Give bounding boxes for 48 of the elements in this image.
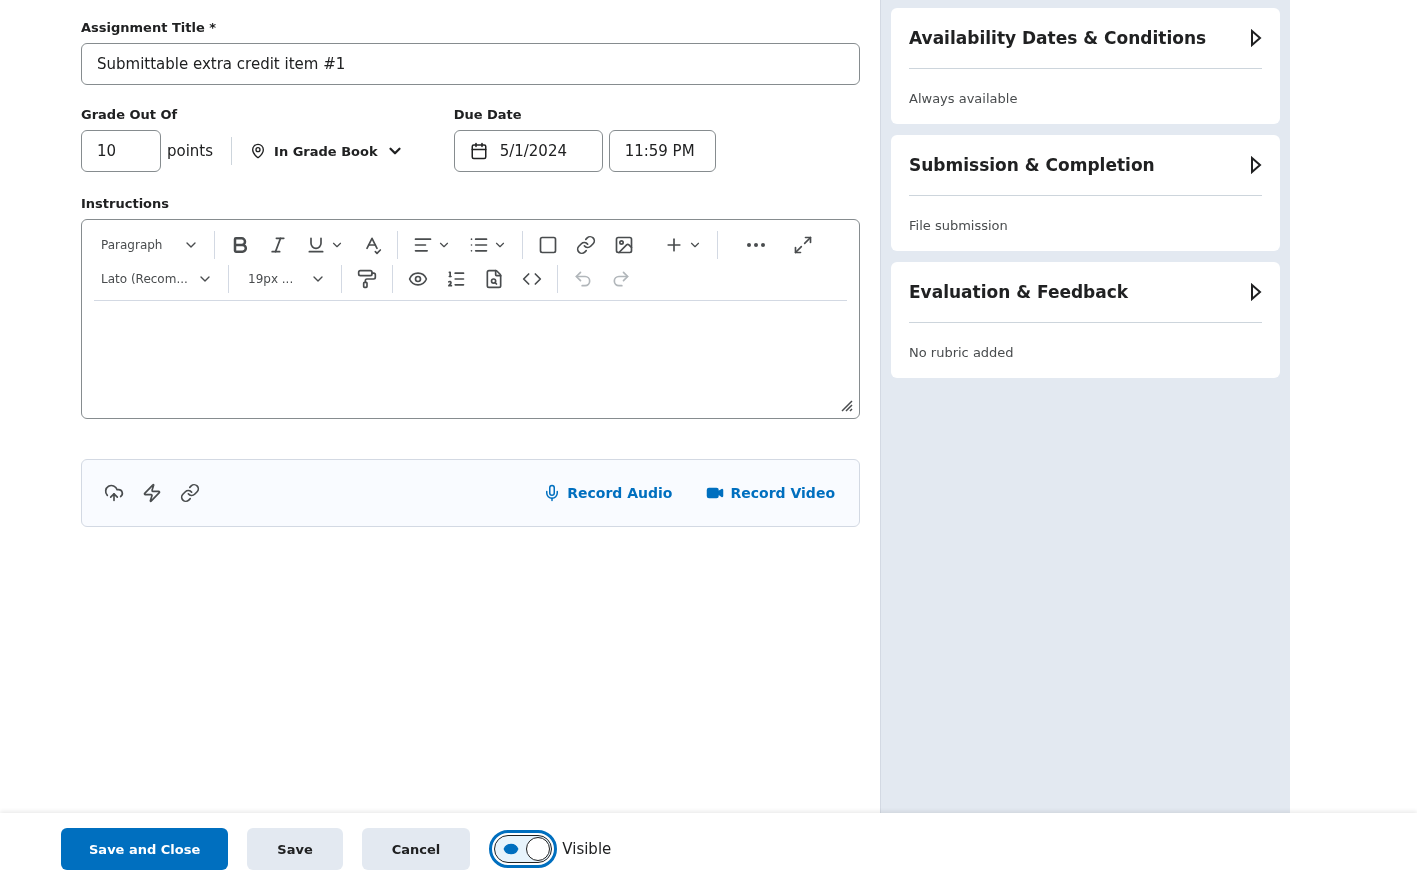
grade-input[interactable]: 10 <box>81 130 161 172</box>
link-icon <box>180 483 200 503</box>
section-summary: Always available <box>909 91 1019 106</box>
field-label: Instructions <box>81 196 170 211</box>
field-label: Due Date <box>453 107 523 122</box>
expand-icon <box>793 235 813 255</box>
link-icon <box>576 235 596 255</box>
format-dropdown[interactable]: Paragraph <box>94 230 206 260</box>
field-label: Assignment Title * <box>81 20 218 35</box>
primary-button[interactable]: Save and Close <box>61 828 229 870</box>
undo-icon <box>573 269 593 289</box>
toggle-label: Visible <box>562 840 612 858</box>
section-summary: No rubric added <box>909 345 1015 360</box>
redo-icon <box>611 269 631 289</box>
section-header[interactable]: Submission & Completion <box>909 155 1262 196</box>
record-audio-link[interactable]: Record Audio <box>535 484 681 502</box>
size-dropdown[interactable]: 19px ... <box>241 264 333 294</box>
grade-book-dropdown[interactable]: In Grade Book <box>238 142 416 160</box>
resize-handle-icon[interactable] <box>841 400 853 412</box>
title-input[interactable]: Submittable extra credit item #1 <box>81 43 860 85</box>
align-left-icon <box>413 235 433 255</box>
triangle-icon <box>1250 156 1262 174</box>
field-label: Grade Out Of <box>81 107 179 122</box>
section-header[interactable]: Evaluation & Feedback <box>909 282 1262 323</box>
cloud-upload-icon <box>104 483 124 503</box>
time-input[interactable]: 11:59 PM <box>608 130 716 172</box>
record-video-link[interactable]: Record Video <box>698 484 843 502</box>
instructions-editor[interactable]: Paragraph Lato (Recom... 19px ... <box>81 219 860 419</box>
calendar-icon <box>469 142 488 160</box>
file-search-icon <box>484 269 504 289</box>
font-dropdown[interactable]: Lato (Recom... <box>94 264 220 294</box>
paint-roller-icon <box>357 269 377 289</box>
section-header[interactable]: Availability Dates & Conditions <box>909 28 1262 69</box>
date-input[interactable]: 5/1/2024 <box>453 130 603 172</box>
lightning-icon <box>142 483 162 503</box>
section-summary: File submission <box>909 218 1009 233</box>
secondary-button[interactable]: Cancel <box>361 828 471 870</box>
italic-icon <box>268 235 288 255</box>
list-icon <box>469 235 489 255</box>
more-icon <box>747 243 765 247</box>
pin-icon <box>250 143 267 159</box>
image-icon <box>614 235 634 255</box>
secondary-button[interactable]: Save <box>247 828 343 870</box>
visibility-toggle[interactable] <box>489 830 558 868</box>
underline-icon <box>306 235 326 255</box>
triangle-icon <box>1250 283 1262 301</box>
triangle-icon <box>1250 29 1262 47</box>
unit-label: points <box>167 142 214 160</box>
